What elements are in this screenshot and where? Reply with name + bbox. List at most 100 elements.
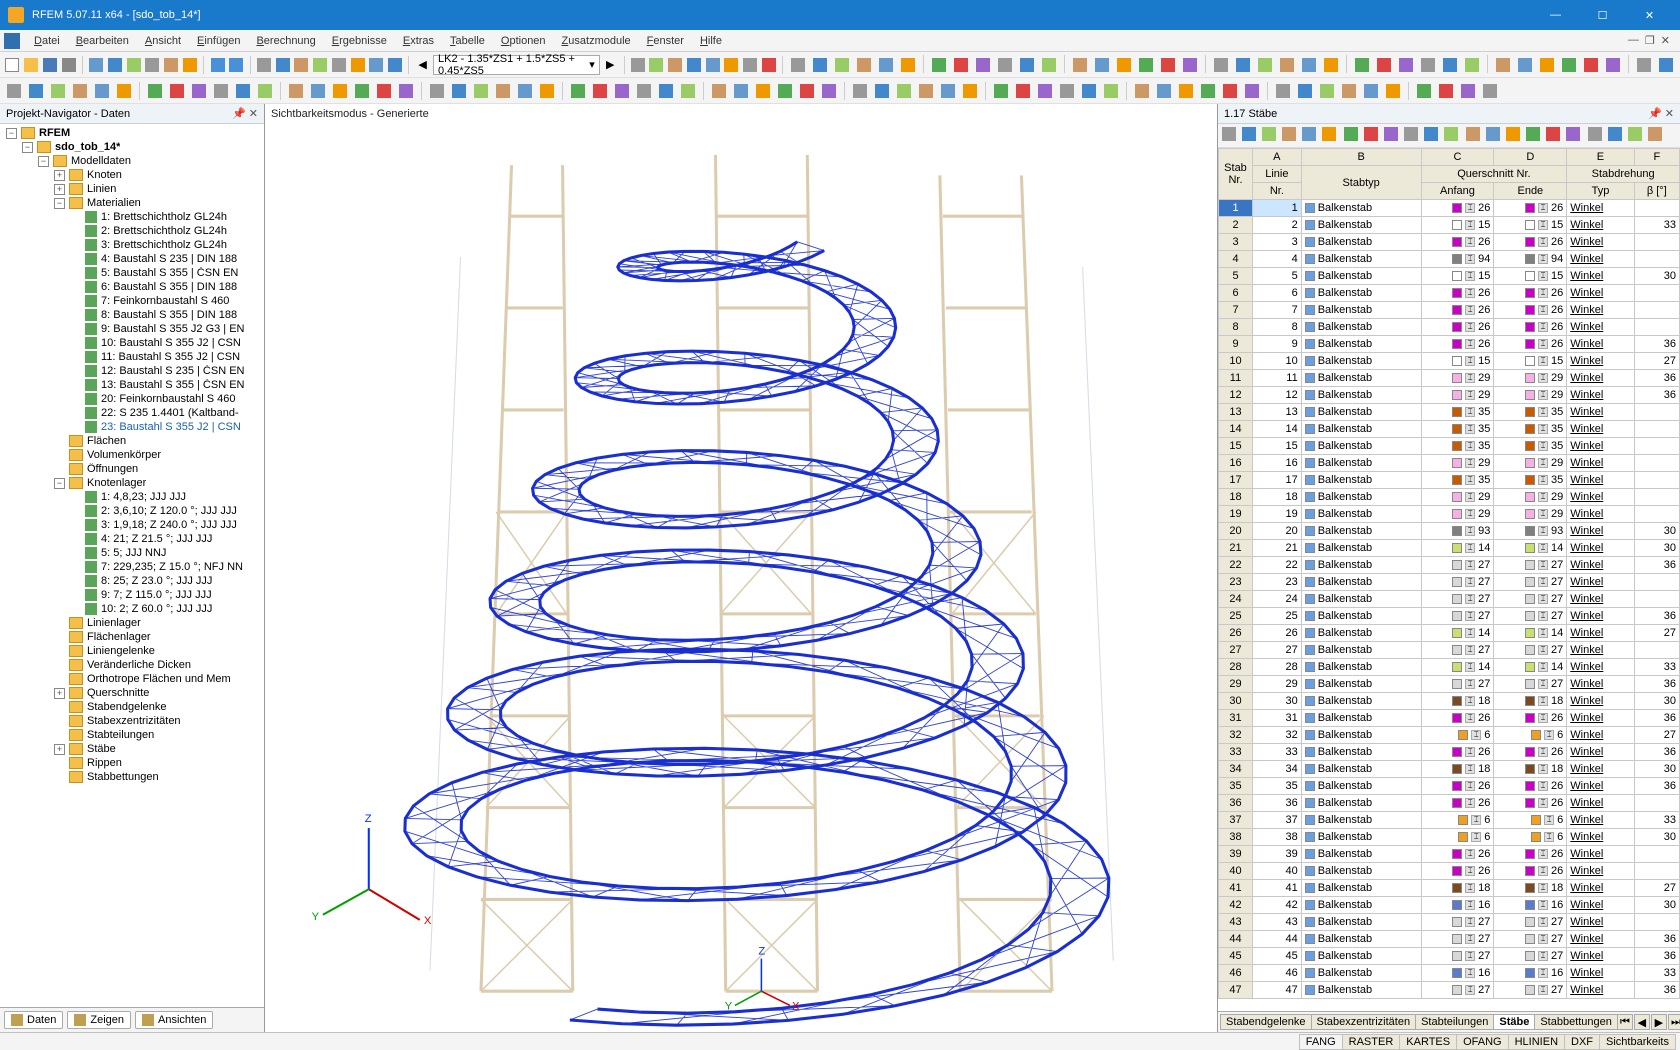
tb-btn-g2g[interactable]	[368, 55, 385, 75]
tree-material-8[interactable]: 9: Baustahl S 355 J2 G3 | EN	[2, 322, 264, 336]
tb2-btn-39[interactable]	[916, 81, 936, 101]
tb2-btn-25[interactable]	[590, 81, 610, 101]
tree-modeldata[interactable]: −Modelldaten	[2, 154, 264, 168]
tb2-btn-44[interactable]	[1035, 81, 1055, 101]
tb2-btn-51[interactable]	[1198, 81, 1218, 101]
tbl-tb-12[interactable]	[1466, 127, 1484, 145]
tb1-extra-35[interactable]	[1603, 55, 1623, 75]
tb-save[interactable]	[42, 55, 59, 75]
table-row[interactable]: 3434Balkenstab⌶18⌶18Winkel30	[1219, 761, 1680, 778]
table-row[interactable]: 88Balkenstab⌶26⌶26Winkel	[1219, 319, 1680, 336]
table-row[interactable]: 3636Balkenstab⌶26⌶26Winkel	[1219, 795, 1680, 812]
menu-fenster[interactable]: Fenster	[639, 33, 692, 49]
table-row[interactable]: 3131Balkenstab⌶26⌶26Winkel36	[1219, 710, 1680, 727]
table-row[interactable]: 22Balkenstab⌶15⌶15Winkel33	[1219, 217, 1680, 234]
staebe-grid[interactable]: StabNr.ABCDEFLinieStabtypQuerschnitt Nr.…	[1218, 148, 1680, 999]
tb1-extra-27[interactable]	[1418, 55, 1438, 75]
tb-loadcase-prev[interactable]: ◀	[414, 55, 431, 75]
tb2-btn-56[interactable]	[1317, 81, 1337, 101]
tb-btn-g3e[interactable]	[704, 55, 721, 75]
tbl-tb-8[interactable]	[1384, 127, 1402, 145]
window-close-button[interactable]: ✕	[1627, 1, 1672, 29]
tbl-tb-15[interactable]	[1526, 127, 1544, 145]
tb2-btn-61[interactable]	[1436, 81, 1456, 101]
tb2-btn-49[interactable]	[1154, 81, 1174, 101]
tb1-extra-0[interactable]	[788, 55, 808, 75]
tb2-btn-48[interactable]	[1132, 81, 1152, 101]
tb2-btn-34[interactable]	[797, 81, 817, 101]
tree-flaechenlager[interactable]: Flächenlager	[2, 630, 264, 644]
tb1-extra-4[interactable]	[876, 55, 896, 75]
table-nav-0[interactable]: ⏮	[1617, 1014, 1633, 1030]
table-tab-2[interactable]: Stabteilungen	[1415, 1014, 1494, 1030]
status-raster[interactable]: RASTER	[1342, 1034, 1401, 1050]
tb1-extra-19[interactable]	[1233, 55, 1253, 75]
tree-material-4[interactable]: 5: Baustahl S 355 | ČSN EN	[2, 266, 264, 280]
table-row[interactable]: 1010Balkenstab⌶15⌶15Winkel27	[1219, 353, 1680, 370]
tb2-btn-58[interactable]	[1361, 81, 1381, 101]
tb1-extra-9[interactable]	[995, 55, 1015, 75]
menu-optionen[interactable]: Optionen	[493, 33, 554, 49]
tbl-tb-18[interactable]	[1588, 127, 1606, 145]
tb-btn-g2e[interactable]	[330, 55, 347, 75]
tb2-btn-0[interactable]	[4, 81, 24, 101]
tree-model[interactable]: −sdo_tob_14*	[2, 140, 264, 154]
tb-btn-g2f[interactable]	[349, 55, 366, 75]
tb2-btn-62[interactable]	[1458, 81, 1478, 101]
tb-btn-g2a[interactable]	[255, 55, 272, 75]
tree-support-5[interactable]: 7: 229,235; Z 15.0 °; NFJ NN	[2, 560, 264, 574]
status-dxf[interactable]: DXF	[1564, 1034, 1600, 1050]
tb1-extra-16[interactable]	[1158, 55, 1178, 75]
tree-rippen[interactable]: Rippen	[2, 756, 264, 770]
tb-print[interactable]	[60, 55, 77, 75]
table-row[interactable]: 1818Balkenstab⌶29⌶29Winkel	[1219, 489, 1680, 506]
tb1-extra-28[interactable]	[1440, 55, 1460, 75]
tb2-btn-3[interactable]	[70, 81, 90, 101]
tree-material-3[interactable]: 4: Baustahl S 235 | DIN 188	[2, 252, 264, 266]
tb-open[interactable]	[23, 55, 40, 75]
table-row[interactable]: 2929Balkenstab⌶27⌶27Winkel36	[1219, 676, 1680, 693]
table-row[interactable]: 4444Balkenstab⌶27⌶27Winkel36	[1219, 931, 1680, 948]
tb-btn-g2c[interactable]	[293, 55, 310, 75]
tb-btn-g3a[interactable]	[629, 55, 646, 75]
tbl-tb-16[interactable]	[1546, 127, 1564, 145]
tbl-tb-21[interactable]	[1648, 127, 1666, 145]
table-row[interactable]: 2222Balkenstab⌶27⌶27Winkel36	[1219, 557, 1680, 574]
tree-material-6[interactable]: 7: Feinkornbaustahl S 460	[2, 294, 264, 308]
tb2-btn-1[interactable]	[26, 81, 46, 101]
tb-btn-g3f[interactable]	[723, 55, 740, 75]
tb2-btn-26[interactable]	[612, 81, 632, 101]
tree-linienlager[interactable]: Linienlager	[2, 616, 264, 630]
tree-material-15[interactable]: 23: Baustahl S 355 J2 | CSN	[2, 420, 264, 434]
tree-material-14[interactable]: 22: S 235 1.4401 (Kaltband-	[2, 406, 264, 420]
tb2-btn-4[interactable]	[92, 81, 112, 101]
tb1-extra-13[interactable]	[1092, 55, 1112, 75]
tb1-extra-21[interactable]	[1277, 55, 1297, 75]
table-row[interactable]: 2323Balkenstab⌶27⌶27Winkel	[1219, 574, 1680, 591]
table-row[interactable]: 3030Balkenstab⌶18⌶18Winkel30	[1219, 693, 1680, 710]
tree-querschnitte[interactable]: +Querschnitte	[2, 686, 264, 700]
tb1-extra-15[interactable]	[1136, 55, 1156, 75]
tb-redo[interactable]	[228, 55, 245, 75]
tree-material-10[interactable]: 11: Baustahl S 355 J2 | CSN	[2, 350, 264, 364]
table-tab-4[interactable]: Stabbettungen	[1534, 1014, 1618, 1030]
status-fang[interactable]: FANG	[1299, 1034, 1343, 1050]
tbl-tb-6[interactable]	[1344, 127, 1362, 145]
table-row[interactable]: 44Balkenstab⌶94⌶94Winkel	[1219, 251, 1680, 268]
tbl-tb-3[interactable]	[1282, 127, 1300, 145]
tree-support-4[interactable]: 5: 5; JJJ NNJ	[2, 546, 264, 560]
tb-btn-g1e[interactable]	[163, 55, 180, 75]
tb2-btn-22[interactable]	[515, 81, 535, 101]
tb2-btn-13[interactable]	[308, 81, 328, 101]
tb1-extra-31[interactable]	[1515, 55, 1535, 75]
tree-support-1[interactable]: 2: 3,6,10; Z 120.0 °; JJJ JJJ	[2, 504, 264, 518]
tb2-btn-40[interactable]	[938, 81, 958, 101]
menu-ansicht[interactable]: Ansicht	[137, 33, 189, 49]
menu-bearbeiten[interactable]: Bearbeiten	[68, 33, 137, 49]
table-row[interactable]: 3838Balkenstab⌶6⌶6Winkel30	[1219, 829, 1680, 846]
tree-support-8[interactable]: 10: 2; Z 60.0 °; JJJ JJJ	[2, 602, 264, 616]
menu-zusatzmodule[interactable]: Zusatzmodule	[554, 33, 639, 49]
table-tab-0[interactable]: Stabendgelenke	[1220, 1014, 1312, 1030]
tb2-btn-53[interactable]	[1242, 81, 1262, 101]
menu-tabelle[interactable]: Tabelle	[442, 33, 493, 49]
